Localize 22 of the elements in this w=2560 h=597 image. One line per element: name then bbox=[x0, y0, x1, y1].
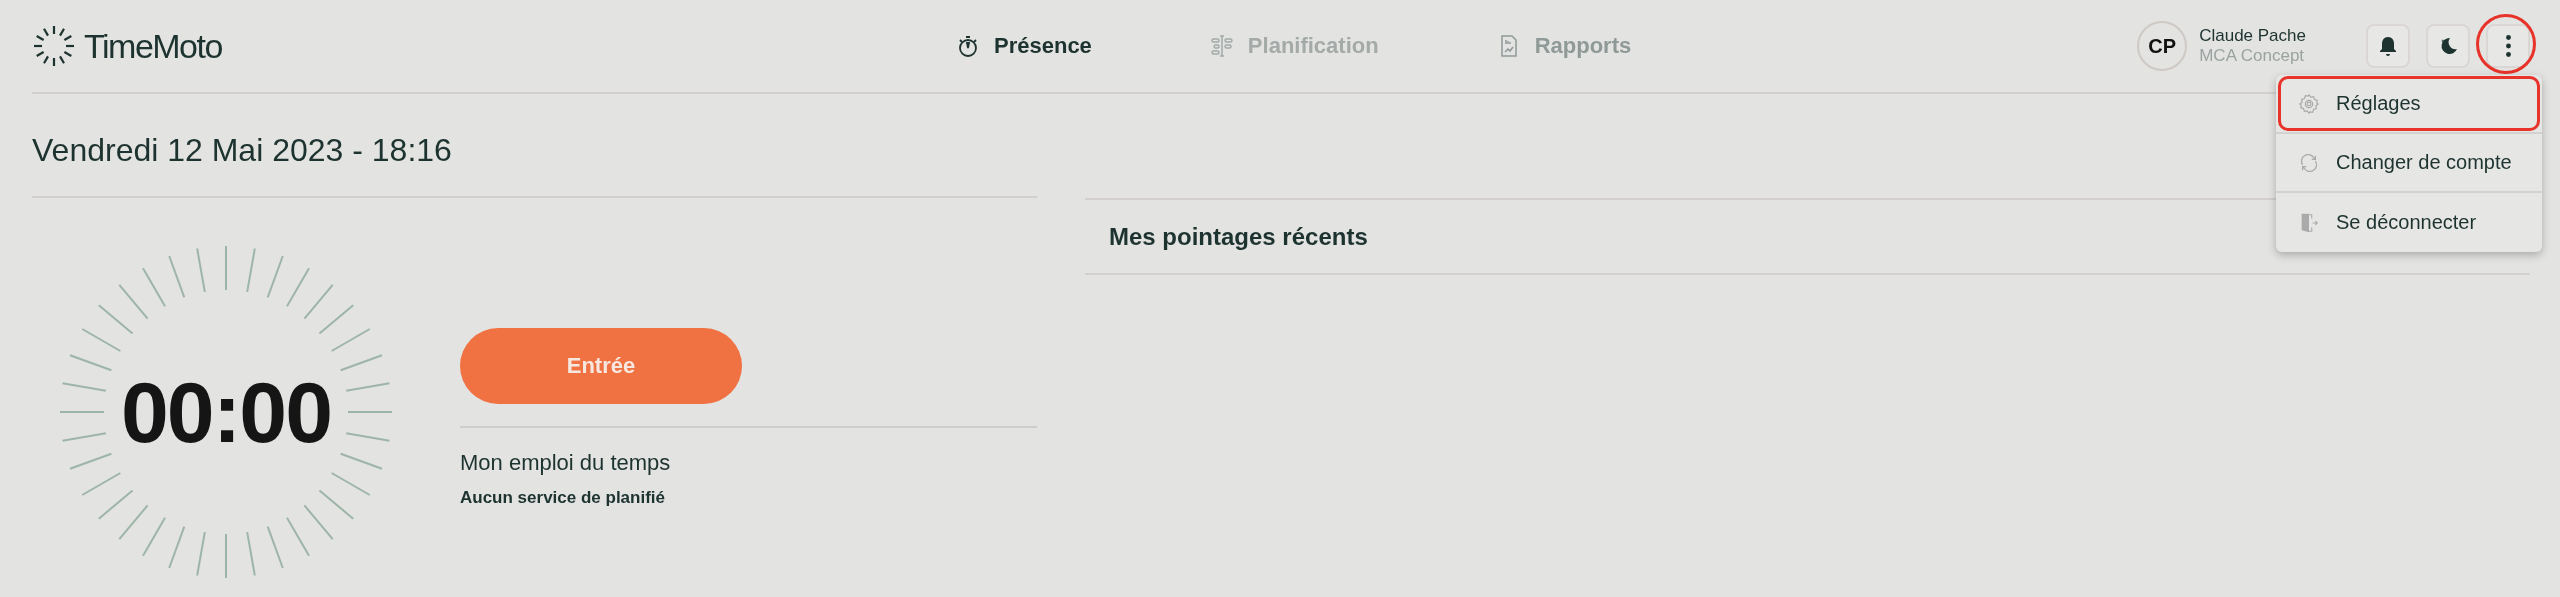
company-name: MCA Concept bbox=[2199, 46, 2306, 66]
nav-tab[interactable]: Présence bbox=[952, 29, 1096, 63]
stopwatch-icon bbox=[956, 34, 980, 58]
date-time: Vendredi 12 Mai 2023 - 18:16 bbox=[32, 94, 1037, 198]
user-name: Claude Pache bbox=[2199, 26, 2306, 46]
brand-name: TimeMoto bbox=[84, 26, 222, 66]
timer: 00:00 bbox=[121, 362, 331, 462]
schedule-status: Aucun service de planifié bbox=[460, 488, 666, 508]
moon-button[interactable] bbox=[2426, 24, 2470, 68]
logo-icon bbox=[32, 24, 76, 68]
schedule-title: Mon emploi du temps bbox=[460, 450, 672, 476]
user-avatar[interactable]: CP bbox=[2137, 21, 2188, 71]
menu-item[interactable]: Réglages bbox=[2276, 75, 2542, 134]
section-title: Mes pointages récents bbox=[1109, 222, 1368, 251]
schedule-icon bbox=[1209, 34, 1234, 58]
menu-item[interactable]: Changer de compte bbox=[2276, 134, 2542, 193]
menu-item[interactable]: Se déconnecter bbox=[2276, 193, 2542, 252]
more-icon bbox=[2505, 35, 2511, 57]
settings-icon bbox=[2298, 92, 2320, 115]
bell-button[interactable] bbox=[2366, 24, 2410, 68]
more-button[interactable] bbox=[2486, 24, 2530, 68]
sync-icon bbox=[2298, 151, 2320, 174]
